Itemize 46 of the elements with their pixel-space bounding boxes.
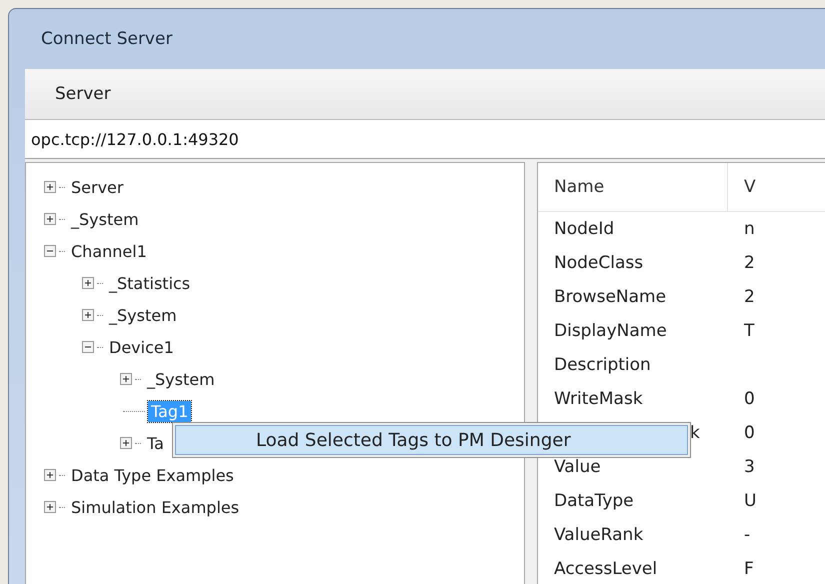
collapse-icon[interactable]	[44, 245, 56, 257]
tree-item[interactable]: Simulation Examples	[68, 496, 242, 518]
column-header[interactable]: V	[728, 163, 825, 211]
address-field[interactable]: opc.tcp://127.0.0.1:49320	[25, 120, 825, 159]
tree-item[interactable]: _System	[144, 368, 218, 390]
table-cell-text: U	[743, 491, 758, 511]
menu-item[interactable]: Load Selected Tags to PM Desinger	[175, 425, 688, 455]
column-header[interactable]: Name	[538, 163, 728, 211]
expand-icon[interactable]	[44, 213, 56, 225]
tree-item[interactable]: Device1	[106, 336, 177, 358]
table-cell-text: F	[743, 559, 755, 579]
table-cell-text: 0	[743, 423, 756, 443]
table-cell-text: 0	[743, 389, 756, 409]
tree-item[interactable]: Ta	[144, 432, 167, 454]
table-cell-text: Value	[553, 457, 602, 477]
table-cell-text: -	[743, 525, 752, 545]
tree-item[interactable]: _System	[106, 304, 180, 326]
expand-icon[interactable]	[44, 501, 56, 513]
expand-icon[interactable]	[44, 469, 56, 481]
expand-icon[interactable]	[120, 373, 132, 385]
table-cell-text: NodeId	[553, 219, 616, 239]
expand-icon[interactable]	[44, 181, 56, 193]
table-cell-text: AccessLevel	[553, 559, 658, 579]
table-cell-text: n	[743, 219, 756, 239]
expand-icon[interactable]	[120, 437, 132, 449]
tree-item[interactable]: Data Type Examples	[68, 464, 237, 486]
table-cell-text: ValueRank	[553, 525, 644, 545]
table-cell-text: NodeClass	[553, 253, 644, 273]
expand-icon[interactable]	[82, 277, 94, 289]
table-cell-text: DataType	[553, 491, 635, 511]
table-cell-text: DisplayName	[553, 321, 668, 341]
table-cell-text: 3	[743, 457, 756, 477]
expand-icon[interactable]	[82, 309, 94, 321]
window-title: Connect Server	[40, 28, 174, 51]
menu-item[interactable]: Server	[25, 84, 131, 104]
table-cell-text: WriteMask	[553, 389, 644, 409]
tree-item[interactable]: _System	[68, 208, 142, 230]
collapse-icon[interactable]	[82, 341, 94, 353]
table-cell-text: 2	[743, 287, 756, 307]
table-cell-text: T	[743, 321, 756, 341]
tree-item[interactable]: _Statistics	[106, 272, 194, 294]
table-cell-text: BrowseName	[553, 287, 668, 307]
tree-item[interactable]: Channel1	[68, 240, 150, 262]
table-cell-text: 2	[743, 253, 756, 273]
tree-item[interactable]: Server	[68, 176, 126, 198]
table-cell-text: Description	[553, 355, 652, 375]
